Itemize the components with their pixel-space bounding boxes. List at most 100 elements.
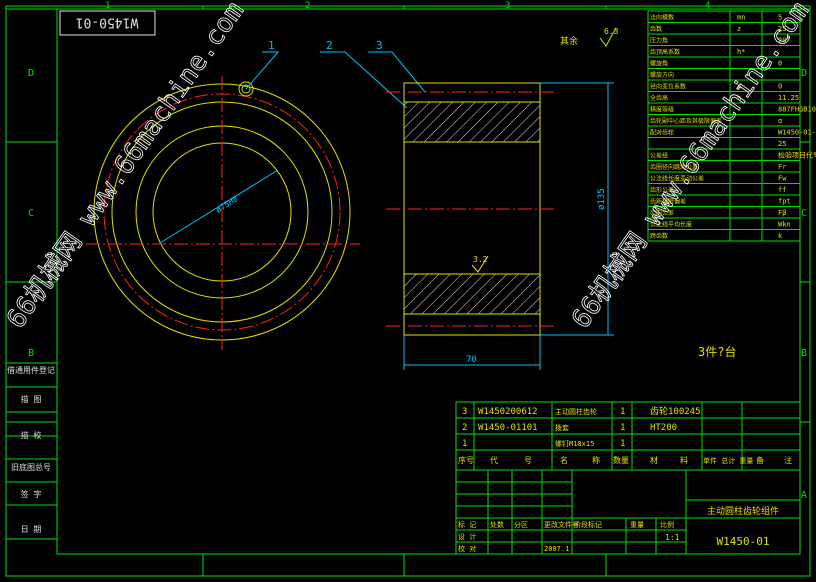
frame-right-d: D: [801, 68, 807, 79]
param-cell: fpt: [778, 198, 791, 206]
cad-drawing: 1 2 3 4 D C B D C B A W1450-01 借通用件登记 描 …: [1, 0, 816, 577]
param-cell: mn: [737, 14, 745, 22]
finish-value-mid: 3.2: [473, 255, 488, 264]
bom-cell-name: 拨套: [555, 423, 569, 432]
leader-3: [368, 51, 426, 93]
tb-label-scale: 比例: [660, 520, 674, 529]
bom-cell-name: 螺钉M10x15: [555, 439, 594, 448]
width-dim-text: 70: [466, 355, 477, 365]
tb-label-count: 处数: [490, 520, 504, 529]
param-cell: Fβ: [778, 209, 786, 217]
param-cell: Fr: [778, 163, 786, 171]
finish-label: 其余: [560, 35, 578, 47]
section-hatch-top: [403, 101, 541, 143]
bom-cell-qty: 1: [620, 439, 625, 449]
frame-right-a: A: [801, 490, 807, 501]
frame-top-2: 2: [305, 1, 310, 11]
param-cell: ɑ: [778, 117, 782, 125]
bom-cell-name: 主动圆柱齿轮: [555, 407, 597, 416]
bom-header-remark-b: 注: [784, 455, 792, 465]
bom-header-name-b: 称: [592, 455, 600, 465]
leader-1: [245, 51, 280, 90]
bom-header-remark-a: 备: [756, 455, 764, 465]
finish-value-top: 6.3: [604, 27, 619, 36]
section-view: [386, 82, 556, 336]
bom-header-no: 序号: [458, 455, 474, 465]
param-cell: 887FHGB10095-88: [778, 106, 816, 114]
bom-header-name-a: 名: [560, 455, 568, 465]
param-cell: Wkn: [778, 221, 791, 229]
param-cell: 0: [778, 83, 782, 91]
title-box-text: W1450-01: [76, 15, 139, 30]
frame-top-3: 3: [505, 1, 510, 11]
param-cell: 配对齿轮: [650, 129, 674, 137]
bom-header-code-b: 号: [524, 456, 532, 465]
param-cell: 公差组: [650, 152, 668, 160]
tb-label-weight: 重量: [630, 521, 644, 529]
bom-header-weight: 单件 总计 重量: [703, 456, 753, 465]
left-strip-6: 描 校: [21, 430, 42, 440]
left-strip-0: 借通用件登记: [7, 365, 55, 375]
frame-top-1: 1: [105, 1, 110, 11]
param-cell: k: [778, 232, 783, 240]
tb-label-check: 校 对: [458, 544, 476, 553]
height-dim-text: ø135: [597, 188, 607, 210]
left-strip-4: 日 期: [21, 525, 42, 534]
section-hatch-bottom: [403, 273, 541, 315]
param-cell: 法向模数: [650, 14, 674, 22]
param-cell: 螺旋角: [650, 60, 668, 68]
callout-3: 3: [376, 39, 383, 52]
tb-label-stage: 阶段标记: [574, 520, 602, 529]
tb-date: 2007.1: [544, 545, 569, 553]
param-cell: 25: [778, 140, 786, 148]
frame-left-b: B: [28, 348, 34, 359]
tb-scale: 1:1: [665, 533, 680, 542]
bom-cell-code: W1450200612: [478, 407, 538, 417]
watermark-left: 66机械网 www.66machine.com: [1, 0, 250, 334]
param-cell: 全齿高: [650, 94, 668, 102]
param-cell: 螺旋方向: [650, 71, 674, 79]
callout-1: 1: [268, 39, 275, 52]
param-cell: 11.25: [778, 94, 799, 102]
callout-2: 2: [326, 39, 333, 52]
param-cell: Fw: [778, 175, 787, 183]
param-cell: ff: [778, 186, 786, 194]
param-cell: 检验项目代号 公差: [778, 151, 816, 160]
tb-drawing-name: 主动圆柱齿轮组件: [707, 505, 779, 517]
frame-right-c: C: [801, 208, 807, 219]
frame-left-c: C: [28, 208, 34, 219]
frame-top-4: 4: [705, 1, 710, 11]
bom-cell-material: 齿轮100245: [650, 405, 701, 417]
param-cell: 齿数: [650, 25, 662, 33]
left-strip-1: 旧底图总号: [11, 462, 51, 472]
frame-right-b: B: [801, 348, 807, 359]
param-cell: 径向变位系数: [650, 83, 686, 91]
bom-header-mat-a: 材: [650, 455, 658, 465]
bom-cell-no: 3: [462, 407, 467, 417]
bom-header-code-a: 代: [490, 455, 498, 465]
front-view: [86, 76, 360, 350]
note-text: 3件?台: [698, 344, 736, 359]
param-cell: h*: [737, 48, 745, 56]
bom-cell-qty: 1: [620, 407, 625, 417]
param-cell: W1450-01-11: [778, 129, 816, 137]
tb-label-mark: 标 记: [458, 520, 476, 529]
tb-label-design: 设 计: [458, 532, 476, 541]
bom-cell-no: 1: [462, 439, 467, 449]
tb-drawing-code: W1450-01: [717, 535, 770, 548]
bom-cell-code: W1450-01101: [478, 423, 538, 433]
bom-cell-qty: 1: [620, 423, 625, 433]
tb-label-zone: 分区: [514, 520, 528, 529]
bom-cell-no: 2: [462, 423, 467, 433]
param-cell: 精度等级: [650, 106, 674, 114]
bore-dim-text: ø75H8: [214, 194, 239, 214]
param-cell: z: [737, 25, 741, 33]
frame-left-d: D: [28, 68, 34, 79]
left-strip: [5, 362, 58, 540]
left-strip-3: 签 字: [21, 489, 42, 499]
param-cell: 齿顶高系数: [650, 48, 680, 56]
bom-header-mat-b: 料: [680, 455, 688, 465]
bom-cell-material: HT200: [650, 423, 677, 433]
param-cell: 压力角: [650, 37, 668, 45]
leader-2: [320, 51, 408, 109]
